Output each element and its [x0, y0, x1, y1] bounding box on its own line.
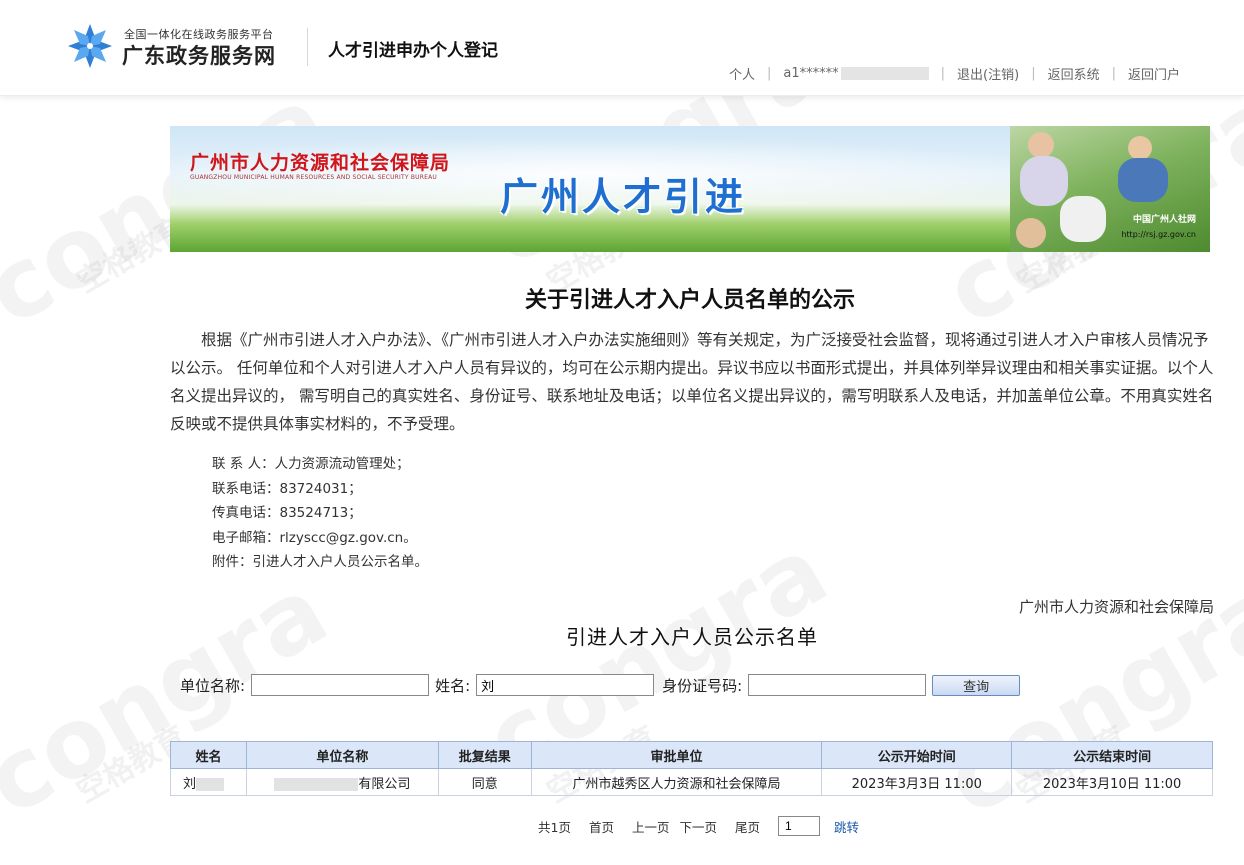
back-portal-link[interactable]: 返回门户 — [1128, 64, 1180, 83]
nav-separator: | — [767, 66, 772, 81]
prev-page-link[interactable]: 上一页 — [632, 817, 670, 836]
cell-name: 刘 — [170, 768, 247, 796]
last-page-link[interactable]: 尾页 — [735, 817, 760, 836]
contact-info: 联 系 人：人力资源流动管理处； 联系电话：83724031； 传真电话：835… — [212, 452, 428, 575]
next-page-link[interactable]: 下一页 — [679, 817, 717, 836]
cell-name-text: 刘 — [183, 776, 197, 792]
contact-fax: 传真电话：83524713； — [212, 505, 362, 521]
unit-label: 单位名称: — [180, 676, 246, 695]
nav-personal[interactable]: 个人 — [729, 64, 755, 83]
name-input[interactable] — [476, 674, 655, 696]
col-start-header: 公示开始时间 — [821, 741, 1013, 769]
results-table: 姓名 单位名称 批复结果 审批单位 公示开始时间 公示结束时间 刘 有限公司 同… — [170, 741, 1213, 796]
banner-url: http://rsj.gz.gov.cn — [1121, 230, 1196, 239]
col-name-header: 姓名 — [170, 741, 247, 769]
list-title: 引进人才入户人员公示名单 — [566, 625, 818, 649]
name-label: 姓名: — [435, 676, 471, 695]
banner: 广州市人力资源和社会保障局 GUANGZHOU MUNICIPAL HUMAN … — [170, 126, 1210, 252]
col-result-header: 批复结果 — [437, 741, 532, 769]
notice-body: 根据《广州市引进人才入户办法》、《广州市引进人才入户办法实施细则》等有关规定，为… — [170, 331, 1214, 433]
contact-phone: 联系电话：83724031； — [212, 480, 362, 497]
nav-separator: | — [1031, 66, 1036, 81]
top-nav: 个人 | a1****** | 退出(注销) | 返回系统 | 返回门户 — [729, 64, 1180, 83]
jump-link[interactable]: 跳转 — [834, 817, 859, 836]
username-mask — [840, 67, 929, 80]
page-total: 共1页 — [538, 819, 571, 835]
banner-headline: 广州人才引进 — [500, 175, 747, 219]
username-text: a1****** — [783, 66, 839, 81]
id-number-input[interactable] — [748, 674, 927, 696]
back-system-link[interactable]: 返回系统 — [1048, 64, 1100, 83]
person-figure — [1118, 158, 1168, 202]
nav-separator: | — [1111, 66, 1116, 81]
banner-org-name: 广州市人力资源和社会保障局 — [190, 152, 451, 174]
person-figure — [1060, 196, 1106, 242]
person-figure — [1016, 218, 1046, 248]
notice-title: 关于引进人才入户人员名单的公示 — [524, 287, 855, 313]
banner-org-english: GUANGZHOU MUNICIPAL HUMAN RESOURCES AND … — [190, 174, 438, 181]
first-page-link[interactable]: 首页 — [589, 817, 614, 836]
cell-unit-text: 有限公司 — [358, 776, 411, 792]
unit-mask — [274, 777, 359, 791]
table-header-row: 姓名 单位名称 批复结果 审批单位 公示开始时间 公示结束时间 — [170, 741, 1213, 769]
contact-attachment: 附件：引进人才入户人员公示名单。 — [212, 554, 428, 570]
cell-end: 2023年3月10日 11:00 — [1011, 768, 1213, 796]
person-figure — [1020, 156, 1068, 206]
table-row: 刘 有限公司 同意 广州市越秀区人力资源和社会保障局 2023年3月3日 11:… — [170, 768, 1213, 796]
logout-link[interactable]: 退出(注销) — [957, 64, 1019, 83]
col-approver-header: 审批单位 — [530, 741, 823, 769]
col-end-header: 公示结束时间 — [1011, 741, 1213, 769]
page-number-input[interactable] — [778, 816, 821, 836]
person-figure — [1028, 132, 1054, 158]
cell-result: 同意 — [437, 768, 532, 796]
top-header: 全国一体化在线政务服务平台 广东政务服务网 人才引进申办个人登记 个人 | a1… — [0, 0, 1244, 96]
page-title: 人才引进申办个人登记 — [328, 41, 498, 61]
platform-logo-icon[interactable] — [66, 22, 114, 70]
col-unit-header: 单位名称 — [245, 741, 439, 769]
pagination: 共1页 首页 上一页 下一页 尾页 跳转 — [538, 816, 859, 836]
nav-username[interactable]: a1****** — [783, 66, 929, 81]
header-divider — [307, 28, 308, 66]
notice-signer: 广州市人力资源和社会保障局 — [1018, 598, 1214, 616]
nav-separator: | — [940, 66, 946, 81]
banner-brand: 中国广州人社网 — [1132, 215, 1196, 225]
unit-input[interactable] — [251, 674, 430, 696]
contact-email: 电子邮箱：rlzyscc@gz.gov.cn。 — [212, 529, 417, 546]
contact-person: 联 系 人：人力资源流动管理处； — [212, 456, 410, 472]
platform-name[interactable]: 广东政务服务网 — [122, 40, 276, 70]
name-mask — [196, 777, 225, 791]
person-figure — [1128, 136, 1152, 160]
cell-approver: 广州市越秀区人力资源和社会保障局 — [530, 768, 823, 796]
search-form: 单位名称: 姓名: 身份证号码: 查询 — [180, 674, 1021, 696]
cell-unit: 有限公司 — [245, 768, 439, 796]
cell-start: 2023年3月3日 11:00 — [821, 768, 1013, 796]
id-label: 身份证号码: — [662, 676, 743, 695]
query-button[interactable]: 查询 — [932, 674, 1021, 696]
